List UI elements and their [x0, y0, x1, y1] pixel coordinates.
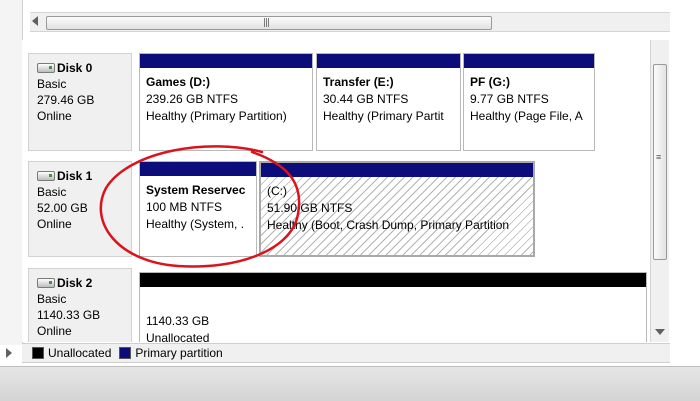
disk-label-1[interactable]: Disk 1 Basic 52.00 GB Online	[28, 161, 132, 257]
disk-size: 1140.33 GB	[37, 308, 101, 322]
grip-icon: ≡	[656, 152, 662, 162]
partition-status: Healthy (Boot, Crash Dump, Primary Parti…	[267, 218, 510, 232]
disk-type: Basic	[37, 292, 67, 306]
legend-bar: Unallocated Primary partition	[22, 343, 670, 363]
partition-status: Healthy (Primary Partit	[323, 109, 444, 123]
left-panel-edge	[0, 0, 23, 345]
disk-type: Basic	[37, 185, 67, 199]
partition-games[interactable]: Games (D:) 239.26 GB NTFS Healthy (Prima…	[139, 53, 313, 151]
disk-graphical-view: Disk 0 Basic 279.46 GB Online Games (D:)…	[22, 40, 648, 342]
partition-bar	[140, 54, 312, 68]
disk-size: 52.00 GB	[37, 201, 88, 215]
disk-status: Online	[37, 324, 72, 338]
partition-title: (C:)	[267, 184, 287, 198]
partition-bar	[140, 162, 256, 176]
partition-bar	[261, 163, 533, 177]
collapse-arrow-icon[interactable]	[6, 348, 12, 358]
hard-disk-icon	[37, 171, 55, 181]
disk-name-text: Disk 0	[57, 61, 93, 75]
partition-size: 239.26 GB NTFS	[146, 92, 239, 106]
partition-size: 9.77 GB NTFS	[470, 92, 549, 106]
partition-info: (C:) 51.90 GB NTFS Healthy (Boot, Crash …	[261, 177, 533, 255]
legend-label: Unallocated	[48, 346, 112, 360]
disk-name-text: Disk 1	[57, 169, 93, 183]
partition-info: System Reservec 100 MB NTFS Healthy (Sys…	[140, 176, 256, 233]
partition-c[interactable]: (C:) 51.90 GB NTFS Healthy (Boot, Crash …	[259, 161, 535, 257]
partition-pf[interactable]: PF (G:) 9.77 GB NTFS Healthy (Page File,…	[463, 53, 595, 151]
hard-disk-icon	[37, 63, 55, 73]
horizontal-scrollbar[interactable]: |||	[30, 12, 670, 32]
disk-status: Online	[37, 109, 72, 123]
disk-management-window: ||| Disk 0 Basic 279.46 GB Online Games …	[0, 0, 700, 401]
disk-name: Disk 1	[37, 168, 131, 184]
disk-row-0: Disk 0 Basic 279.46 GB Online Games (D:)…	[22, 53, 648, 151]
scroll-down-icon[interactable]	[655, 329, 665, 335]
disk-name: Disk 2	[37, 275, 131, 291]
hard-disk-icon	[37, 278, 55, 288]
partition-bar	[317, 54, 460, 68]
status-bar	[0, 366, 700, 401]
partition-bar	[464, 54, 594, 68]
disk-label-2[interactable]: Disk 2 Basic 1140.33 GB Online	[28, 268, 132, 342]
partition-title: PF (G:)	[470, 75, 510, 89]
partition-status: Healthy (Page File, A	[470, 109, 583, 123]
partition-info: Transfer (E:) 30.44 GB NTFS Healthy (Pri…	[317, 68, 460, 125]
disk-row-1: Disk 1 Basic 52.00 GB Online System Rese…	[22, 161, 648, 257]
scroll-left-icon[interactable]	[32, 16, 38, 26]
partition-bar	[140, 273, 646, 287]
legend-label: Primary partition	[135, 346, 223, 360]
partition-size: 1140.33 GB	[146, 314, 210, 328]
horizontal-scroll-thumb[interactable]: |||	[46, 16, 492, 30]
vertical-scroll-thumb[interactable]: ≡	[653, 64, 667, 260]
disk-row-2: Disk 2 Basic 1140.33 GB Online 1140.33 G…	[22, 268, 648, 342]
partition-info: Games (D:) 239.26 GB NTFS Healthy (Prima…	[140, 68, 312, 125]
partition-system-reserved[interactable]: System Reservec 100 MB NTFS Healthy (Sys…	[139, 161, 257, 257]
legend-item-primary: Primary partition	[119, 346, 223, 360]
partition-info: PF (G:) 9.77 GB NTFS Healthy (Page File,…	[464, 68, 594, 125]
disk-status: Online	[37, 217, 72, 231]
disk-size: 279.46 GB	[37, 93, 95, 107]
grip-icon: |||	[263, 18, 270, 28]
partition-size: 30.44 GB NTFS	[323, 92, 409, 106]
partition-status: Unallocated	[146, 331, 210, 342]
legend-item-unallocated: Unallocated	[32, 346, 111, 360]
partition-status: Healthy (System, .	[146, 217, 245, 231]
partition-status: Healthy (Primary Partition)	[146, 109, 287, 123]
disk-name-text: Disk 2	[57, 276, 93, 290]
partition-size: 100 MB NTFS	[146, 200, 223, 214]
partition-title: System Reservec	[146, 183, 246, 197]
primary-swatch	[119, 347, 132, 359]
partition-unallocated[interactable]: 1140.33 GB Unallocated	[139, 272, 647, 342]
disk-type: Basic	[37, 77, 67, 91]
partition-title: Games (D:)	[146, 75, 211, 89]
partition-size: 51.90 GB NTFS	[267, 201, 353, 215]
disk-label-0[interactable]: Disk 0 Basic 279.46 GB Online	[28, 53, 132, 151]
partition-info: 1140.33 GB Unallocated	[140, 287, 646, 342]
disk-name: Disk 0	[37, 60, 131, 76]
vertical-scrollbar[interactable]: ≡	[650, 40, 669, 342]
partition-transfer[interactable]: Transfer (E:) 30.44 GB NTFS Healthy (Pri…	[316, 53, 461, 151]
unallocated-swatch	[32, 347, 44, 359]
partition-title: Transfer (E:)	[323, 75, 394, 89]
